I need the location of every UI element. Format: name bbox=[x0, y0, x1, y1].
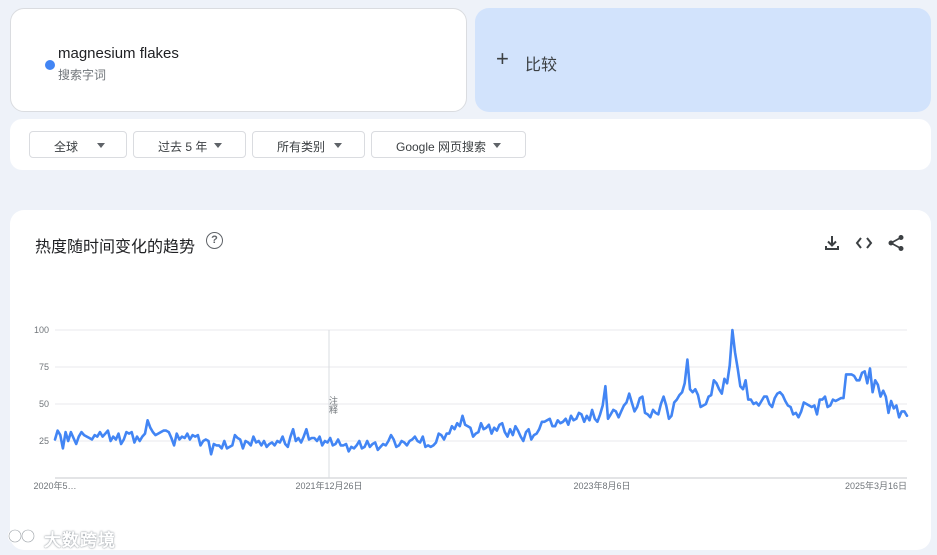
x-tick-label: 2025年3月16日 bbox=[845, 480, 907, 491]
series-line bbox=[53, 328, 909, 456]
x-tick-label: 2020年5… bbox=[33, 480, 76, 491]
watermark-logo-icon bbox=[8, 528, 36, 544]
annotation-label: 注释 bbox=[328, 395, 338, 415]
x-tick-label: 2023年8月6日 bbox=[573, 480, 630, 491]
x-tick-label: 2021年12月26日 bbox=[295, 480, 362, 491]
trend-line-chart: 25 50 75 100 2020年5… 2021年12月26日 2023年8月6日 2025… bbox=[33, 325, 909, 491]
y-tick-label: 75 bbox=[39, 362, 49, 372]
y-tick-label: 50 bbox=[39, 399, 49, 409]
watermark-text: 大数跨境 bbox=[44, 531, 116, 550]
y-tick-label: 100 bbox=[34, 325, 49, 335]
y-tick-label: 25 bbox=[39, 436, 49, 446]
